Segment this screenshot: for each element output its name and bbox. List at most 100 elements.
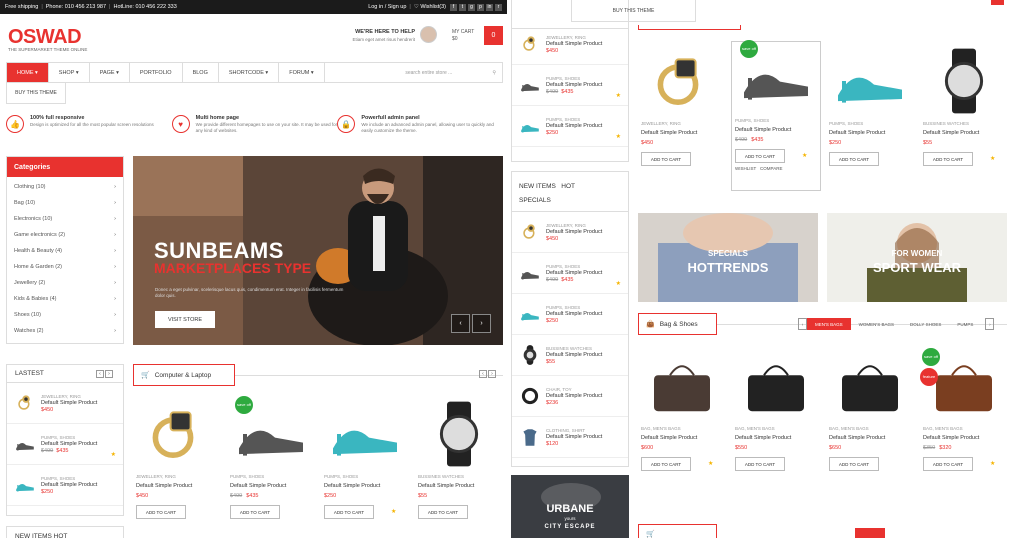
product-thumbnail[interactable] — [519, 426, 541, 448]
product-card[interactable]: JEWELLERY, RING Default Simple Product $… — [133, 398, 221, 526]
compare-link[interactable]: COMPARE — [760, 166, 782, 171]
category-item[interactable]: Bag (10) › — [7, 195, 123, 211]
pinterest-icon[interactable]: p — [477, 3, 484, 11]
product-name[interactable]: Default Simple Product — [546, 393, 602, 399]
chevron-right-icon[interactable]: › — [105, 370, 113, 378]
product-image[interactable] — [830, 45, 910, 117]
chevron-left-icon[interactable]: ‹ — [96, 370, 104, 378]
category-item[interactable]: Clothing (10) › — [7, 179, 123, 195]
category-item[interactable]: Health & Beauty (4) › — [7, 243, 123, 259]
product-card[interactable]: save off PUMPS, SHOES Default Simple Pro… — [227, 396, 315, 526]
product-name[interactable]: Default Simple Product — [829, 130, 885, 136]
chevron-right-icon[interactable]: › — [985, 318, 995, 330]
category-item[interactable]: Jewellery (2) › — [7, 275, 123, 291]
product-card[interactable]: BAG, MEN'S BAGS Default Simple Product $… — [826, 350, 914, 478]
nav-forum[interactable]: FORUM ▾ — [279, 63, 325, 82]
product-card[interactable]: BAG, MEN'S BAGS Default Simple Product $… — [638, 350, 726, 478]
product-thumbnail[interactable] — [519, 221, 541, 243]
product-card[interactable]: BUSSINES WATCHES Default Simple Product … — [415, 398, 503, 526]
product-name[interactable]: Default Simple Product — [923, 435, 979, 441]
add-to-cart-button[interactable]: ADD TO CART — [641, 152, 691, 166]
add-to-cart-button[interactable]: ADD TO CART — [923, 152, 973, 166]
product-thumbnail[interactable] — [14, 433, 36, 455]
product-card[interactable]: JEWELLERY, RING Default Simple Product $… — [638, 45, 726, 173]
add-to-cart-button[interactable]: ADD TO CART — [324, 505, 374, 519]
search-input[interactable]: search entire store ... — [405, 70, 452, 76]
tab-mens-bags[interactable]: MEN'S BAGS — [807, 318, 851, 330]
rss-icon[interactable]: r — [495, 3, 502, 11]
cart-info[interactable]: MY CART $0 — [452, 29, 474, 43]
next-arrow-icon[interactable]: › — [472, 314, 491, 333]
nav-home[interactable]: HOME ▾ — [7, 63, 49, 82]
list-item[interactable]: CHAIR, TOY Default Simple Product $236 — [512, 376, 628, 417]
tab-womens-bags[interactable]: WOMEN'S BAGS — [851, 318, 902, 330]
product-thumbnail[interactable] — [14, 392, 36, 414]
nav-shop[interactable]: SHOP ▾ — [49, 63, 90, 82]
tab-hot[interactable]: HOT — [561, 183, 575, 190]
product-thumbnail[interactable] — [519, 74, 541, 96]
list-item[interactable]: JEWELLERY, RING Default Simple Product $… — [512, 24, 628, 65]
product-name[interactable]: Default Simple Product — [546, 434, 602, 440]
product-card[interactable]: save off feature BAG, MEN'S BAGS Default … — [920, 348, 1008, 478]
product-name[interactable]: Default Simple Product — [641, 130, 697, 136]
nav-blog[interactable]: BLOG — [183, 63, 219, 82]
category-item[interactable]: Electronics (10) › — [7, 211, 123, 227]
tab-dolly-shoes[interactable]: DOLLY SHOES — [902, 318, 949, 330]
buy-theme-link[interactable]: BUY THIS THEME — [571, 0, 696, 22]
product-name[interactable]: Default Simple Product — [641, 435, 697, 441]
add-to-cart-button[interactable]: ADD TO CART — [230, 505, 280, 519]
list-item[interactable]: CLOTHING, SHIRT Default Simple Product $… — [512, 417, 628, 458]
nav-shortcode[interactable]: SHORTCODE ▾ — [219, 63, 280, 82]
product-name[interactable]: Default Simple Product — [546, 123, 602, 129]
product-card[interactable]: PUMPS, SHOES Default Simple Product $250… — [321, 398, 409, 526]
product-image[interactable] — [419, 398, 499, 470]
product-name[interactable]: Default Simple Product — [546, 41, 602, 47]
product-thumbnail[interactable] — [14, 474, 36, 496]
tab-pumps[interactable]: PUMPS — [949, 318, 981, 330]
add-to-cart-button[interactable]: ADD TO CART — [829, 457, 879, 471]
nav-page[interactable]: PAGE ▾ — [90, 63, 130, 82]
add-to-cart-button[interactable]: ADD TO CART — [923, 457, 973, 471]
category-item[interactable]: Kids & Babies (4) › — [7, 291, 123, 307]
hero-slider[interactable]: SUNBEAMS MARKETPLACES TYPE Donec a eget … — [133, 156, 503, 345]
product-image[interactable] — [325, 398, 405, 470]
add-to-cart-button[interactable]: ADD TO CART — [136, 505, 186, 519]
product-thumbnail[interactable] — [519, 262, 541, 284]
list-item[interactable]: PUMPS, SHOES Default Simple Product $499… — [512, 65, 628, 106]
add-to-cart-button[interactable]: ADD TO CART — [418, 505, 468, 519]
list-item[interactable]: BUSSINES WATCHES Default Simple Product … — [512, 335, 628, 376]
search-box[interactable]: search entire store ... ⚲ — [405, 70, 502, 76]
tab-specials[interactable]: SPECIALS — [519, 197, 551, 204]
nav-portfolio[interactable]: PORTFOLIO — [130, 63, 183, 82]
google-icon[interactable]: g — [468, 3, 475, 11]
facebook-icon[interactable]: f — [450, 3, 457, 11]
wishlist-link[interactable]: WISHLIST — [735, 166, 756, 171]
product-name[interactable]: Default Simple Product — [230, 483, 286, 489]
product-image[interactable] — [137, 398, 217, 470]
product-card[interactable]: BUSSINES WATCHES Default Simple Product … — [920, 45, 1008, 173]
product-card[interactable]: BAG, MEN'S BAGS Default Simple Product $… — [732, 350, 820, 478]
product-name[interactable]: Default Simple Product — [41, 400, 97, 406]
wishlist-link[interactable]: ♡ Wishlist(3) — [414, 4, 446, 10]
product-thumbnail[interactable] — [519, 33, 541, 55]
add-to-cart-button[interactable]: ADD TO CART — [735, 149, 785, 163]
product-name[interactable]: Default Simple Product — [418, 483, 474, 489]
list-item[interactable]: PUMPS, SHOES Default Simple Product $250 — [7, 465, 123, 506]
list-item[interactable]: PUMPS, SHOES Default Simple Product $250 — [512, 294, 628, 335]
visit-store-button[interactable]: VISIT STORE — [155, 311, 215, 328]
product-name[interactable]: Default Simple Product — [41, 441, 97, 447]
product-image[interactable] — [830, 350, 910, 422]
search-icon[interactable]: ⚲ — [492, 70, 496, 76]
add-to-cart-button[interactable]: ADD TO CART — [829, 152, 879, 166]
linkedin-icon[interactable]: in — [486, 3, 493, 11]
buy-theme-link[interactable]: BUY THIS THEME — [6, 83, 66, 104]
product-card[interactable]: save off PUMPS, SHOES Default Simple Pro… — [731, 40, 821, 191]
product-name[interactable]: Default Simple Product — [829, 435, 885, 441]
sportwear-banner[interactable]: FOR WOMEN SPORT WEAR — [827, 213, 1007, 302]
chevron-left-icon[interactable]: ‹ — [479, 370, 487, 378]
product-image[interactable] — [924, 45, 1004, 117]
product-name[interactable]: Default Simple Product — [546, 229, 602, 235]
product-name[interactable]: Default Simple Product — [546, 82, 602, 88]
product-thumbnail[interactable] — [519, 344, 541, 366]
product-name[interactable]: Default Simple Product — [735, 127, 791, 133]
